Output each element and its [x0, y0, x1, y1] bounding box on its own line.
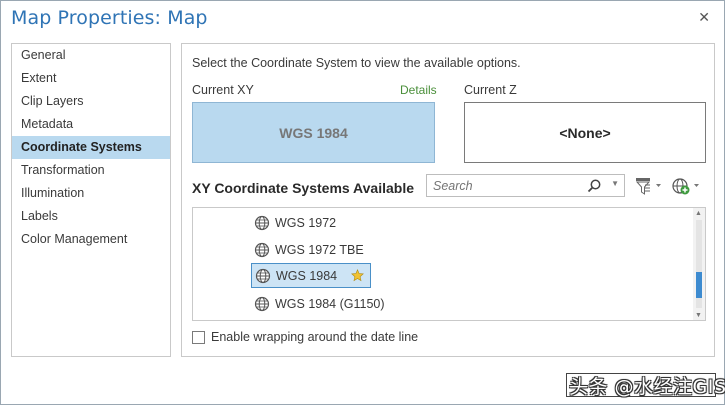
dialog-title: Map Properties: Map: [11, 7, 208, 29]
wrap-dateline-checkbox[interactable]: [192, 330, 205, 344]
globe-icon: [254, 242, 270, 257]
filter-icon[interactable]: [633, 175, 663, 197]
sidebar: General Extent Clip Layers Metadata Coor…: [11, 43, 171, 357]
search-input[interactable]: [427, 175, 582, 196]
current-z-box[interactable]: <None>: [464, 102, 706, 163]
sidebar-item-color-management[interactable]: Color Management: [12, 228, 170, 251]
list-item-label: WGS 1984: [276, 268, 338, 283]
search-icon[interactable]: [586, 178, 602, 194]
close-icon[interactable]: ✕: [698, 8, 710, 26]
current-z-label: Current Z: [464, 83, 517, 97]
wrap-dateline-option[interactable]: Enable wrapping around the date line: [192, 330, 418, 344]
sidebar-item-metadata[interactable]: Metadata: [12, 113, 170, 136]
sidebar-item-clip-layers[interactable]: Clip Layers: [12, 90, 170, 113]
globe-add-icon[interactable]: [670, 175, 702, 197]
sidebar-item-labels[interactable]: Labels: [12, 205, 170, 228]
star-icon[interactable]: [351, 269, 365, 282]
list-item[interactable]: WGS 1984 (G1150): [251, 291, 391, 316]
search-field: ▼: [426, 174, 625, 197]
sidebar-item-coordinate-systems[interactable]: Coordinate Systems: [12, 136, 170, 159]
scroll-down-icon[interactable]: ▼: [695, 312, 702, 319]
list-item-label: WGS 1984 (G1150): [275, 296, 385, 311]
watermark: 头条 @水经注GIS: [566, 373, 725, 398]
list-item-label: WGS 1972 TBE: [275, 242, 364, 257]
scroll-up-icon[interactable]: ▲: [695, 210, 702, 217]
sidebar-item-transformation[interactable]: Transformation: [12, 159, 170, 182]
sidebar-item-extent[interactable]: Extent: [12, 67, 170, 90]
map-properties-dialog: Map Properties: Map ✕ General Extent Cli…: [0, 0, 725, 405]
current-z-value: <None>: [559, 124, 611, 141]
current-xy-box[interactable]: WGS 1984: [192, 102, 435, 163]
list-item[interactable]: WGS 1972 TBE: [251, 237, 370, 262]
current-xy-label: Current XY: [192, 83, 254, 97]
list-item-selected[interactable]: WGS 1984: [251, 263, 372, 288]
coordinate-system-list[interactable]: WGS 1972 WGS 1972 TBE WGS 1984 WGS 1984 …: [192, 207, 706, 321]
sidebar-item-illumination[interactable]: Illumination: [12, 182, 170, 205]
current-xy-value: WGS 1984: [279, 124, 348, 141]
globe-icon: [254, 296, 270, 311]
list-item[interactable]: WGS 1972: [251, 210, 342, 235]
list-item-label: WGS 1972: [275, 215, 337, 230]
globe-icon: [254, 215, 270, 230]
instruction-text: Select the Coordinate System to view the…: [192, 56, 521, 70]
coordinate-systems-panel: Select the Coordinate System to view the…: [181, 43, 715, 357]
sidebar-item-general[interactable]: General: [12, 44, 170, 67]
globe-icon: [255, 268, 271, 283]
available-systems-label: XY Coordinate Systems Available: [192, 180, 415, 196]
search-options-chevron-icon[interactable]: ▼: [611, 179, 619, 188]
list-scrollbar[interactable]: ▲ ▼: [693, 208, 705, 320]
wrap-dateline-label: Enable wrapping around the date line: [211, 330, 419, 344]
scroll-thumb[interactable]: [696, 272, 702, 298]
details-link[interactable]: Details: [400, 83, 437, 97]
